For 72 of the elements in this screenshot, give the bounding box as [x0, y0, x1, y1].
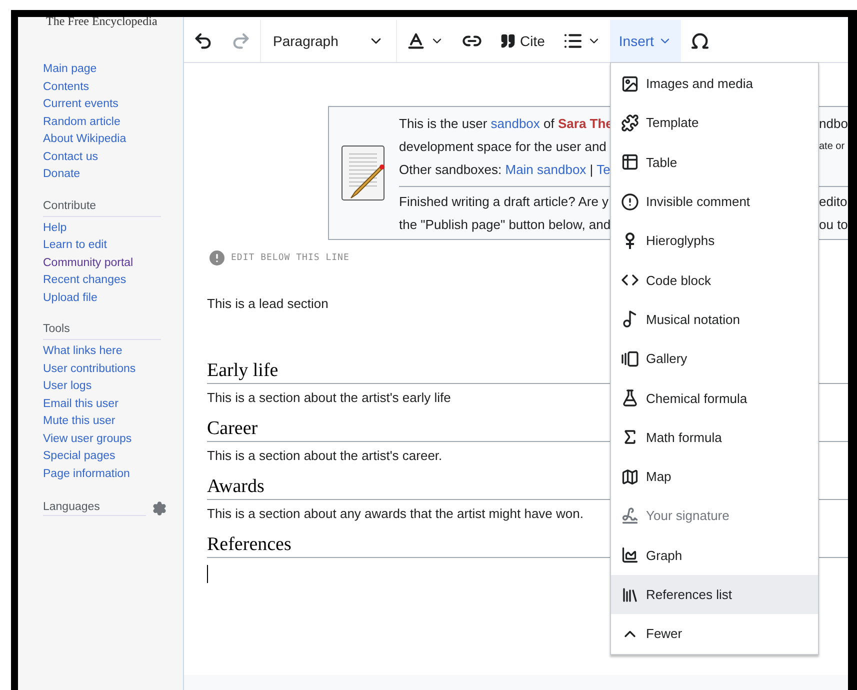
sidebar-link[interactable]: Recent changes: [43, 272, 126, 290]
notice-text: ate or: [819, 141, 845, 152]
menu-item[interactable]: Hieroglyphs: [611, 221, 818, 260]
sidebar-link[interactable]: Community portal: [43, 254, 134, 272]
notice-text: the "Publish page" button below, and: [399, 217, 612, 232]
sidebar-link[interactable]: Upload file: [43, 290, 98, 307]
sidebar-heading: Contribute: [43, 198, 161, 216]
menu-item[interactable]: Invisible comment: [611, 182, 818, 222]
sidebar-link[interactable]: User logs: [43, 378, 92, 396]
section-text: This is a section about the artist's early life: [207, 390, 451, 405]
notice-text: edito: [819, 194, 848, 209]
sidebar-heading: Tools: [43, 321, 161, 340]
notice-link[interactable]: Main sandbox: [505, 162, 586, 177]
sidebar-link[interactable]: Special pages: [43, 448, 116, 466]
omega-icon: [690, 31, 710, 51]
menu-item-icon: [621, 310, 639, 328]
paragraph-dropdown[interactable]: Paragraph: [261, 20, 396, 62]
sidebar-link[interactable]: Contact us: [43, 148, 98, 166]
sidebar-link[interactable]: Page information: [43, 466, 130, 483]
notepad-pencil-icon: [341, 144, 387, 202]
menu-item-icon: [621, 350, 639, 368]
menu-item[interactable]: Template: [611, 103, 818, 143]
sidebar-link[interactable]: Donate: [43, 166, 80, 184]
menu-item-icon: [621, 192, 639, 211]
menu-item[interactable]: Fewer: [611, 614, 818, 654]
insert-button[interactable]: Insert: [610, 20, 681, 62]
sidebar-link[interactable]: About Wikipedia: [43, 131, 126, 148]
sidebar-heading: Languages: [43, 501, 146, 516]
settings-icon[interactable]: [152, 501, 167, 516]
sidebar-link[interactable]: Current events: [43, 96, 118, 114]
undo-arrow-icon: [193, 31, 213, 51]
text-style-icon: [406, 31, 426, 51]
sidebar-link[interactable]: View user groups: [43, 430, 132, 448]
notice-text: ndbo: [819, 116, 848, 131]
menu-item[interactable]: Code block: [611, 260, 818, 300]
sidebar-link[interactable]: What links here: [43, 343, 122, 360]
text-cursor: [207, 565, 208, 583]
menu-item-icon: [621, 546, 639, 564]
sidebar-link[interactable]: Learn to edit: [43, 237, 107, 254]
sidebar-link[interactable]: Email this user: [43, 396, 118, 413]
menu-item-icon: [621, 153, 639, 172]
warning-icon: [207, 248, 227, 268]
menu-item[interactable]: Images and media: [611, 64, 818, 104]
sidebar-link[interactable]: User contributions: [43, 360, 136, 378]
menu-item[interactable]: Musical notation: [611, 300, 818, 340]
notice-text: development space for the user and: [399, 139, 608, 154]
lead-paragraph: This is a lead section: [207, 296, 328, 311]
sidebar-link[interactable]: Random article: [43, 114, 120, 131]
notice-link[interactable]: Te: [596, 162, 610, 177]
list-icon: [562, 31, 583, 51]
menu-item-icon: [621, 586, 639, 604]
menu-item-icon: [621, 114, 639, 132]
sidebar-link[interactable]: Contents: [43, 78, 90, 96]
logo-text: The Free Encyclopedia: [46, 17, 158, 30]
notice-text: Finished writing a draft article? Are y: [399, 194, 610, 209]
menu-item[interactable]: Table: [611, 142, 818, 182]
quote-icon: [500, 33, 516, 49]
menu-item-icon: [621, 389, 639, 408]
menu-item-icon: [621, 506, 639, 525]
menu-item-icon: [621, 74, 639, 93]
cite-button[interactable]: Cite: [491, 20, 554, 62]
menu-item[interactable]: References list: [611, 574, 818, 614]
sidebar-link[interactable]: Main page: [43, 61, 97, 78]
notice-text: ou to: [819, 217, 848, 232]
notice-link[interactable]: sandbox: [490, 116, 540, 131]
section-text: This is a section about any awards that the artist might have won.: [207, 506, 584, 521]
redo-arrow-icon: [231, 31, 251, 51]
menu-item-icon: [621, 468, 639, 486]
section-text: This is a section about the artist's career.: [207, 448, 442, 463]
sidebar-link[interactable]: Mute this user: [43, 413, 116, 430]
sidebar-link[interactable]: Help: [43, 220, 67, 237]
edit-marker: EDIT BELOW THIS LINE: [231, 253, 350, 263]
